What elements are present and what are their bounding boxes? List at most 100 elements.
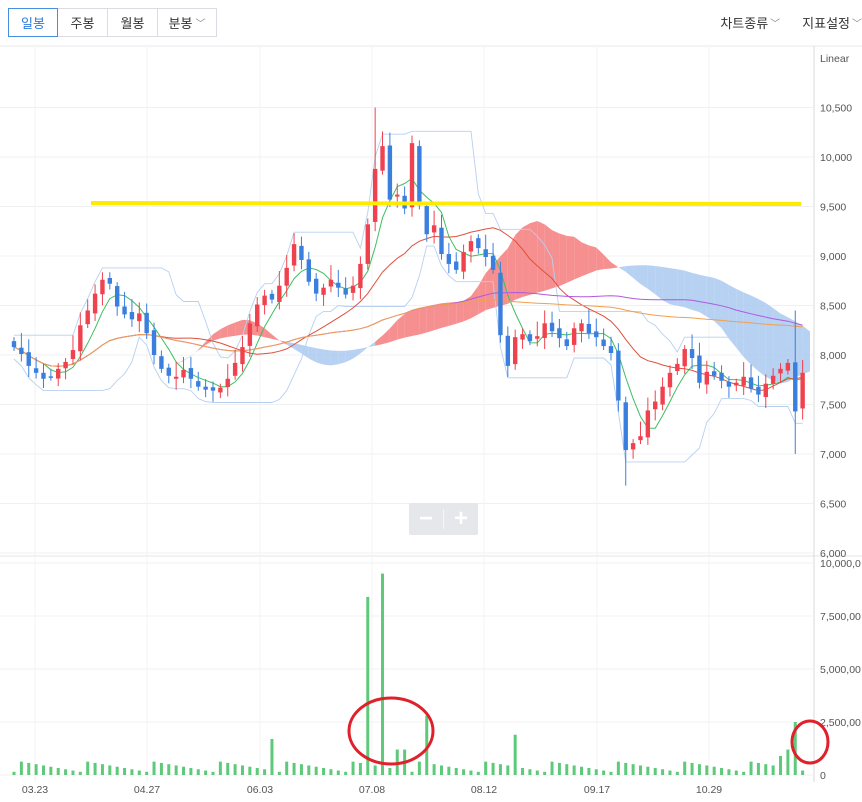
time-tick-label: 07.08 [359,784,385,796]
cloud-segment [603,254,611,270]
candle-body [571,328,577,345]
volume-bar [174,765,178,775]
candle-body [100,279,105,295]
candle-body [26,352,31,366]
cloud-segment [743,292,752,365]
cloud-segment [227,322,236,337]
zoom-out-button[interactable]: − [409,503,443,535]
candle-body [778,368,783,374]
volume-bar [277,771,281,775]
zoom-controls: − + [409,503,478,535]
cloud-segment [419,306,427,335]
cloud-segment [566,235,575,283]
volume-bar [476,771,480,775]
volume-bar [609,771,613,775]
volume-bar [749,761,753,775]
volume-bar [616,761,620,775]
candle-body [601,339,606,347]
price-tick-label: 7,000 [820,449,846,461]
volume-bar [358,762,362,775]
tab-daily[interactable]: 일봉 [8,8,58,37]
cloud-segment [662,267,670,305]
volume-tick-label: 5,000,00 [820,664,861,676]
candle-body [188,368,194,379]
candle-body [682,349,687,367]
volume-bar [34,764,38,775]
candle-body [350,285,356,293]
candle-body [210,387,216,391]
candle-body [232,362,238,376]
candle-body [660,386,665,405]
cloud-segment [434,303,442,331]
cloud-segment [706,276,715,322]
volume-bar [137,770,141,775]
candle-body [63,361,68,369]
time-tick-label: 10.29 [696,784,722,796]
volume-bar [211,771,215,775]
candle-body [306,259,312,282]
volume-bar [801,770,805,775]
volume-bar [248,766,252,775]
candle-body [328,279,334,287]
candle-body [653,401,658,410]
cloud-segment [213,329,221,341]
cloud-segment [117,347,125,351]
volume-bar [513,734,517,775]
cloud-segment [507,235,516,304]
volume-bar [218,761,222,775]
volume-bar [498,764,502,775]
stock-chart[interactable]: 6,0006,5007,0007,5008,0008,5009,0009,500… [0,0,862,802]
volume-bar [683,761,687,775]
candle-body [638,436,643,441]
candle-body [483,249,488,257]
volume-bar [535,770,539,775]
time-tick-label: 03.23 [22,784,48,796]
volume-bar [19,761,23,775]
cloud-segment [235,319,243,336]
volume-bar [71,770,75,775]
candle-body [129,312,135,320]
candle-body [439,227,444,255]
cloud-segment [478,273,486,315]
cloud-segment [294,343,302,354]
volume-bar [299,764,303,775]
candle-body [299,245,304,260]
cloud-segment [353,348,361,359]
candle-body [313,278,319,294]
candle-body [527,334,533,342]
chart-grid [0,45,862,782]
candle-body [424,206,429,235]
cloud-segment [537,220,545,293]
candle-body [623,402,628,451]
volume-bar [307,765,311,775]
candle-body [277,285,282,302]
volume-bar [255,768,259,775]
cloud-segment [751,295,759,372]
cloud-segment [655,265,663,301]
candle-body [240,347,245,365]
volume-bar [167,764,171,775]
volume-bar [196,769,200,775]
candle-body [675,363,680,372]
volume-bar [705,765,709,775]
candle-body [380,146,385,171]
candle-body [490,255,496,270]
volume-bar [123,768,127,775]
candle-body [225,378,230,388]
volume-tick-label: 10,000,0 [820,558,861,570]
volume-bar [602,770,606,775]
volume-bar [152,761,156,775]
candle-body [19,347,24,355]
volume-bar [771,765,775,775]
volume-tick-label: 7,500,00 [820,611,861,623]
volume-bar [631,764,635,775]
volume-bar [12,771,16,775]
candle-body [196,381,201,387]
volume-bar [314,766,318,775]
candle-body [512,337,518,365]
volume-bar [742,771,746,775]
zoom-in-button[interactable]: + [444,503,478,535]
scale-label: Linear [820,53,850,65]
candle-body [262,295,267,306]
volume-bar [756,762,760,775]
